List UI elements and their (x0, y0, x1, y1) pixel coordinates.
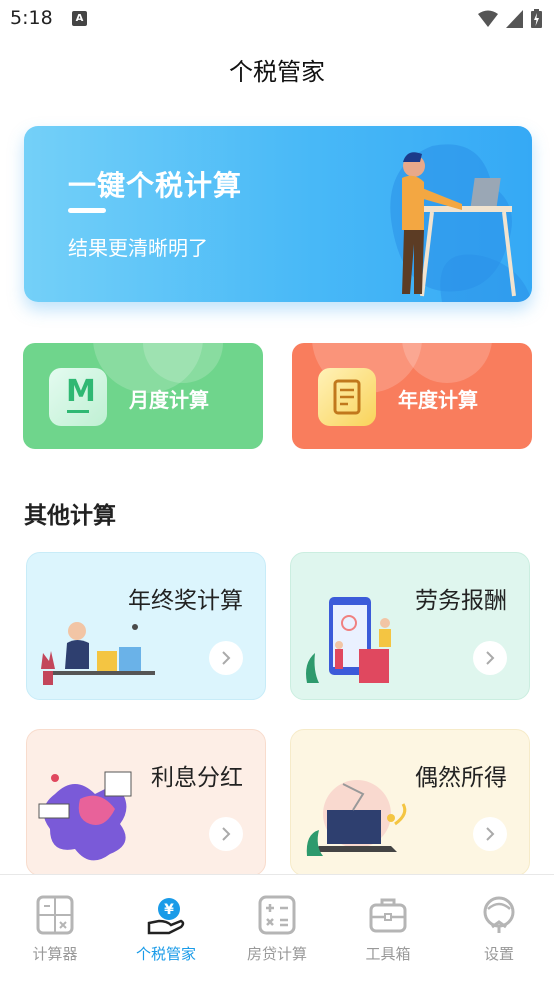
tab-calculator[interactable]: 计算器 (0, 875, 110, 975)
notification-icon: A (72, 11, 87, 26)
monthly-calc-label: 月度计算 (129, 388, 209, 412)
other-calc-title: 其他计算 (24, 503, 116, 529)
puzzle-illustration (38, 771, 132, 861)
interest-dividend-arrow-icon[interactable] (209, 817, 243, 851)
tab-toolbox[interactable]: 工具箱 (333, 875, 443, 975)
status-bar: 5:18 A (0, 0, 554, 38)
banner-subtitle: 结果更清晰明了 (68, 236, 208, 260)
page-title: 个税管家 (229, 58, 325, 86)
tab-tax-manager[interactable]: ¥ 个税管家 (111, 875, 221, 975)
incidental-income-label: 偶然所得 (415, 765, 507, 791)
wifi-icon (478, 10, 498, 27)
tax-hand-coin-icon: ¥ (147, 898, 185, 935)
annual-calc-card[interactable]: 年度计算 (292, 343, 532, 449)
incidental-income-arrow-icon[interactable] (473, 817, 507, 851)
labor-remuneration-card[interactable]: 劳务报酬 (290, 552, 530, 700)
tab-settings-label: 设置 (483, 945, 514, 963)
tax-banner[interactable]: 一键个税计算 结果更清晰明了 (24, 126, 532, 302)
year-end-bonus-card[interactable]: 年终奖计算 (26, 552, 266, 700)
monthly-calc-icon: M (49, 368, 107, 426)
office-worker-illustration (41, 622, 155, 685)
status-icons (478, 9, 542, 28)
annual-calc-icon (318, 368, 376, 426)
mortgage-calc-icon (258, 895, 296, 935)
banner-underline (68, 208, 106, 213)
interest-dividend-label: 利息分红 (151, 765, 243, 791)
status-time: 5:18 (10, 7, 53, 29)
year-end-bonus-arrow-icon[interactable] (209, 641, 243, 675)
person-at-desk-illustration (390, 144, 532, 302)
settings-robot-icon (483, 896, 515, 933)
svg-text:¥: ¥ (164, 902, 174, 918)
tab-settings[interactable]: 设置 (444, 875, 554, 975)
laptop-illustration (306, 780, 407, 856)
calculator-icon (36, 895, 74, 935)
toolbox-icon (369, 898, 407, 933)
tab-tax-manager-label: 个税管家 (135, 945, 196, 963)
monthly-calc-card[interactable]: M 月度计算 (23, 343, 263, 449)
tab-calculator-label: 计算器 (32, 945, 78, 963)
annual-calc-label: 年度计算 (398, 388, 478, 412)
bottom-tab-bar: 计算器 ¥ 个税管家 房贷计算 工具箱 设置 (0, 874, 554, 985)
incidental-income-card[interactable]: 偶然所得 (290, 729, 530, 876)
form-icon (333, 379, 361, 415)
interest-dividend-card[interactable]: 利息分红 (26, 729, 266, 876)
banner-headline: 一键个税计算 (68, 169, 243, 202)
monthly-icon-line (67, 410, 89, 413)
tab-mortgage-calc[interactable]: 房贷计算 (222, 875, 332, 975)
labor-remuneration-arrow-icon[interactable] (473, 641, 507, 675)
tab-mortgage-calc-label: 房贷计算 (246, 945, 307, 963)
battery-icon (531, 9, 542, 28)
phone-people-illustration (306, 597, 391, 683)
decor-bubble (402, 343, 492, 383)
signal-icon (506, 9, 523, 28)
letter-m: M (66, 374, 96, 409)
tab-toolbox-label: 工具箱 (365, 945, 411, 963)
